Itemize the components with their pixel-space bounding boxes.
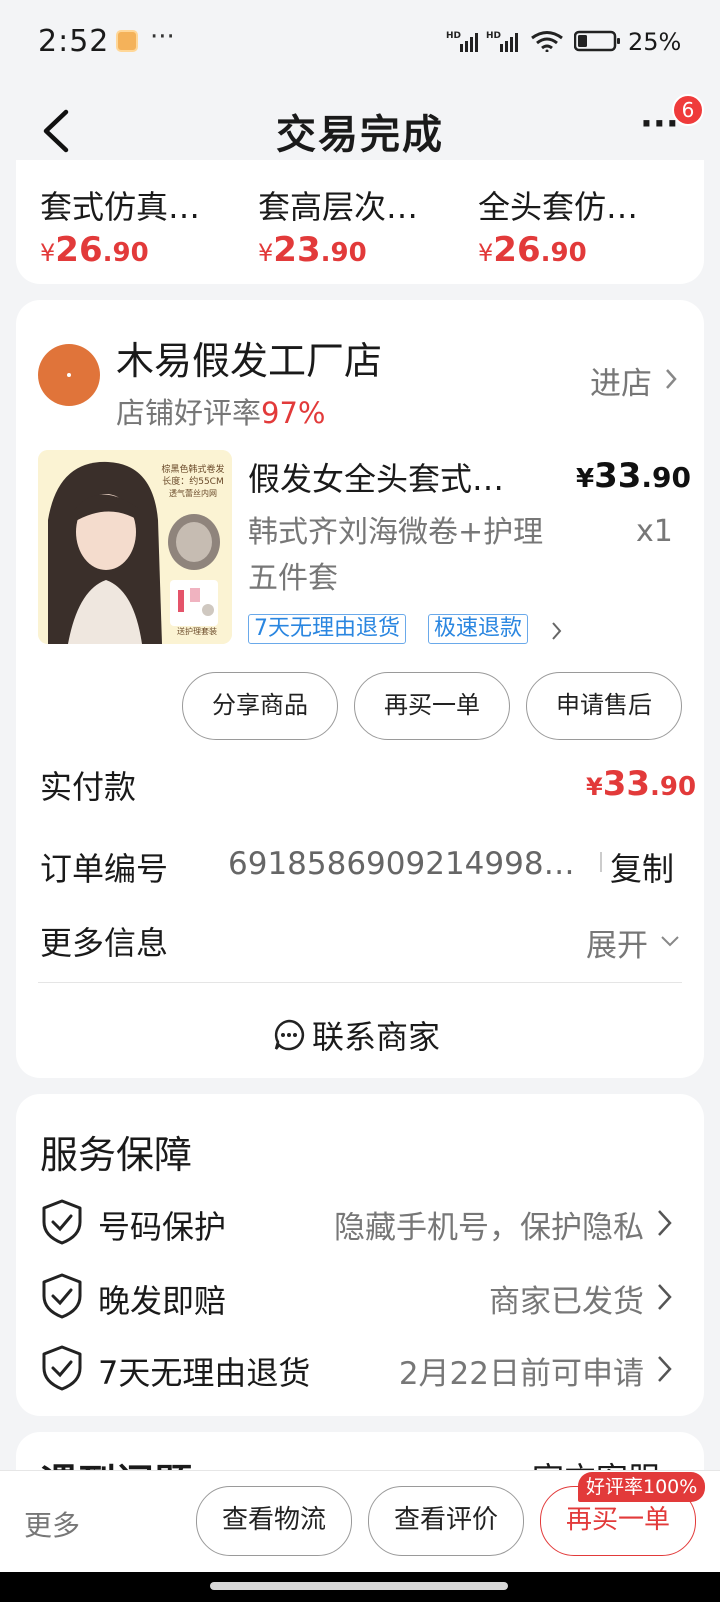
status-time: 2:52: [38, 24, 110, 59]
svg-text:HD: HD: [446, 31, 461, 41]
chevron-down-icon: [661, 936, 679, 947]
shield-check-icon: [42, 1273, 82, 1319]
product-spec: 韩式齐刘海微卷+护理五件套: [248, 515, 544, 596]
product-image-footer: 送护理套装: [177, 627, 217, 636]
battery-percent: 25%: [628, 28, 682, 56]
service-desc[interactable]: 2月22日前可申请: [330, 1348, 644, 1393]
shield-check-icon: [42, 1199, 82, 1245]
price-dec: .90: [102, 238, 149, 268]
signal-icon-2: HD: [486, 31, 518, 52]
after-sale-button[interactable]: 申请售后: [526, 672, 682, 740]
share-product-button[interactable]: 分享商品: [182, 672, 338, 740]
enter-shop-label: 进店: [590, 366, 652, 402]
image-caption-line: 长度：约55CM: [162, 477, 224, 487]
service-name: 号码保护: [98, 1208, 227, 1246]
tag-7day-return: 7天无理由退货: [248, 614, 406, 644]
status-bar: 2:52 ··· HD HD 25%: [0, 0, 720, 82]
product-image-caption: 棕黑色韩式卷发 长度：约55CM 透气蕾丝内网: [156, 464, 230, 500]
price-dec: .90: [540, 238, 587, 268]
wifi-icon: [531, 31, 563, 52]
image-caption-line: 透气蕾丝内网: [169, 489, 217, 498]
expand-button[interactable]: 展开: [586, 920, 648, 965]
recommended-product[interactable]: 套式仿真… ¥26.90: [40, 182, 230, 270]
recommended-product-name: 全头套仿…: [478, 188, 639, 226]
price-int: 26: [55, 230, 103, 270]
view-reviews-button[interactable]: 查看评价: [368, 1486, 524, 1556]
service-desc[interactable]: 商家已发货: [290, 1276, 644, 1321]
price-dec: .90: [641, 461, 692, 494]
price-int: 23: [273, 230, 321, 270]
chat-icon: [274, 1019, 305, 1051]
chevron-right-icon: [658, 1356, 672, 1382]
tag-fast-refund: 极速退款: [428, 614, 529, 644]
price-symbol: ¥: [586, 773, 603, 801]
more-info-label: 更多信息: [40, 924, 169, 962]
services-title: 服务保障: [40, 1133, 193, 1177]
divider: [38, 982, 682, 983]
product-price: ¥33.90: [576, 456, 691, 496]
view-logistics-button[interactable]: 查看物流: [196, 1486, 352, 1556]
more-actions-button[interactable]: 更多: [24, 1504, 80, 1544]
service-name: 晚发即赔: [98, 1282, 227, 1320]
home-indicator[interactable]: [210, 1582, 508, 1590]
chevron-right-icon: [658, 1210, 672, 1236]
chevron-right-icon: [658, 1284, 672, 1310]
signal-icon: HD: [446, 31, 478, 52]
recommended-product[interactable]: 全头套仿… ¥26.90: [478, 182, 668, 270]
recommended-product-name: 套式仿真…: [40, 188, 201, 226]
message-badge: 6: [672, 94, 704, 126]
price-symbol: ¥: [40, 239, 56, 267]
notification-icon: [116, 30, 138, 52]
shop-rating-label: 店铺好评率: [116, 396, 262, 430]
order-number-label: 订单编号: [40, 850, 169, 888]
product-image[interactable]: 棕黑色韩式卷发 长度：约55CM 透气蕾丝内网 送护理套装: [38, 450, 232, 644]
chevron-right-icon[interactable]: [550, 620, 564, 642]
price-int: 33: [602, 764, 651, 804]
shop-rating: 店铺好评率97%: [116, 390, 325, 432]
enter-shop-link[interactable]: 进店: [590, 358, 652, 403]
service-desc[interactable]: 隐藏手机号，保护隐私: [290, 1202, 644, 1247]
service-name: 7天无理由退货: [98, 1354, 311, 1392]
svg-text:HD: HD: [486, 31, 501, 41]
shop-rating-value: 97%: [261, 396, 326, 430]
status-overflow: ···: [150, 22, 175, 52]
battery-icon: [574, 30, 620, 52]
recommended-product[interactable]: 套高层次… ¥23.90: [258, 182, 448, 270]
price-symbol: ¥: [478, 239, 494, 267]
chevron-right-icon: [666, 369, 677, 389]
rebuy-button[interactable]: 再买一单: [354, 672, 510, 740]
shop-name[interactable]: 木易假发工厂店: [116, 330, 382, 385]
recommended-product-name: 套高层次…: [258, 188, 419, 226]
divider: [600, 852, 602, 872]
order-number-value: 6918586909214998…: [228, 846, 575, 882]
product-quantity: x1: [636, 514, 673, 549]
contact-seller-button[interactable]: 联系商家: [312, 1012, 440, 1058]
paid-label: 实付款: [40, 768, 137, 806]
price-symbol: ¥: [258, 239, 274, 267]
image-caption-line: 棕黑色韩式卷发: [161, 465, 225, 475]
page-title: 交易完成: [276, 112, 444, 158]
price-dec: .90: [320, 238, 367, 268]
paid-amount: ¥33.90: [586, 764, 696, 804]
shield-check-icon: [42, 1345, 82, 1391]
product-title[interactable]: 假发女全头套式…: [248, 454, 548, 500]
price-symbol: ¥: [576, 464, 595, 494]
copy-order-number-button[interactable]: 复制: [610, 844, 674, 890]
price-dec: .90: [650, 772, 697, 802]
price-int: 33: [594, 456, 642, 496]
rebuy-rating-badge: 好评率100%: [578, 1472, 706, 1502]
price-int: 26: [493, 230, 541, 270]
shop-avatar[interactable]: [38, 344, 100, 406]
